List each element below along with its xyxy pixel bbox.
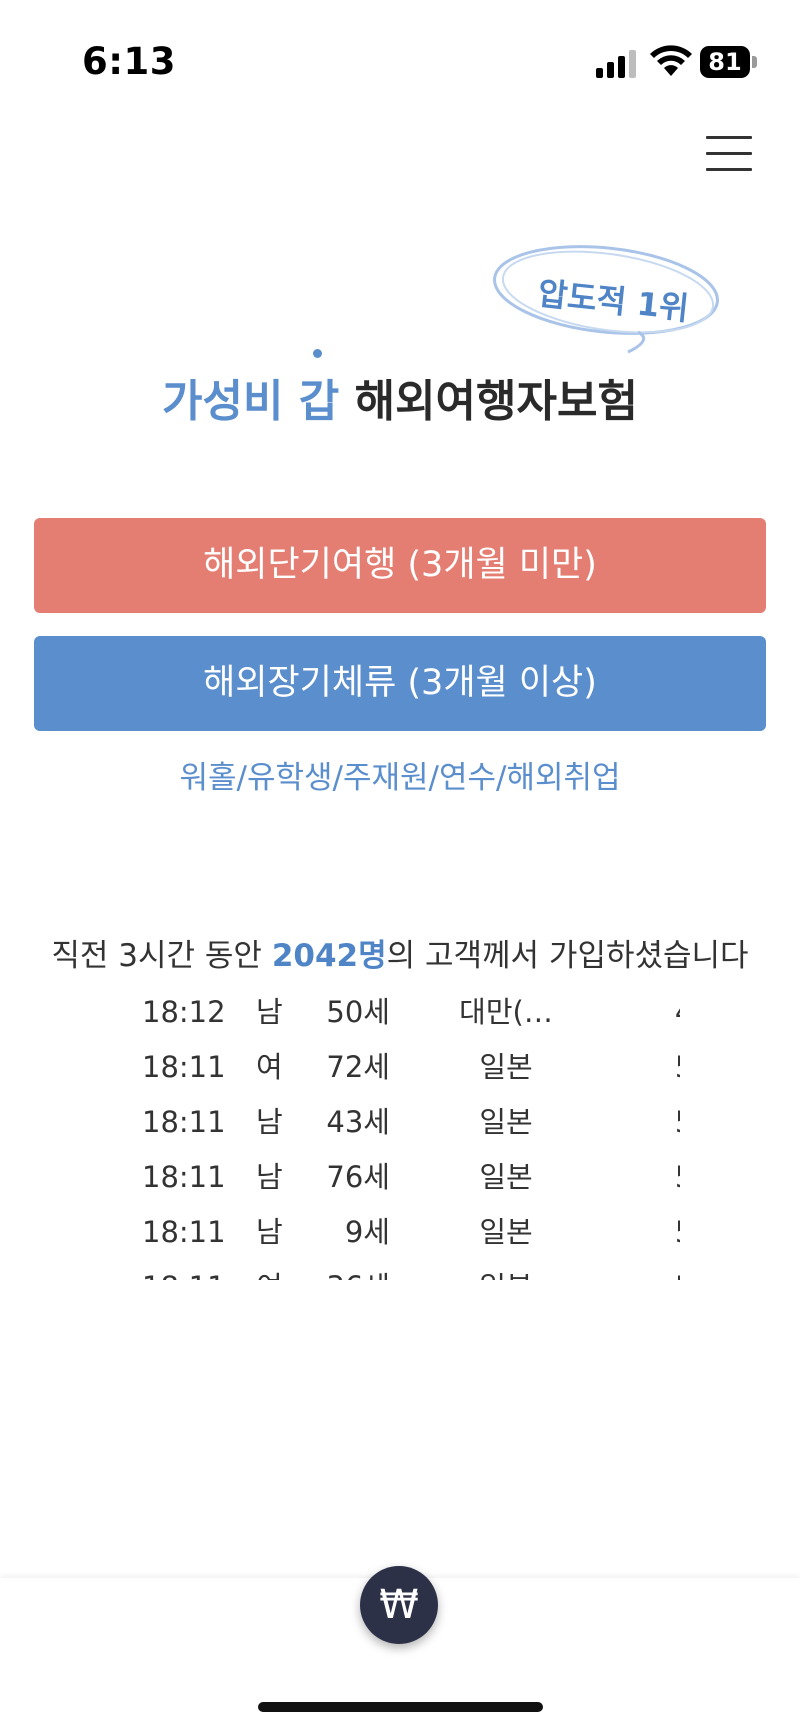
signup-destination: 대만(… [459,995,553,1029]
list-item: 18:11 남 76세 일본 5일 [120,1155,680,1210]
signup-days: 4일 [600,990,680,1034]
signup-destination: 일본 [479,1215,533,1249]
signup-gender: 여 [256,1050,283,1084]
signup-gender: 남 [256,1105,283,1139]
short-term-travel-button[interactable]: 해외단기여행 (3개월 미만) [34,518,766,613]
list-item: 18:11 여 72세 일본 5일 [120,1045,680,1100]
signup-destination: 일본 [479,1160,533,1194]
signup-time: 18:12 [142,995,226,1029]
long-term-stay-button[interactable]: 해외장기체류 (3개월 이상) [34,636,766,731]
signup-days: 5일 [600,1045,680,1089]
status-bar: 6:13 81 [0,0,800,120]
header-suffix: 의 고객께서 가입하셨습니다 [386,938,749,974]
title-accent-dot [313,349,322,358]
hamburger-menu-icon[interactable] [706,136,752,172]
title-accent: 가성비 갑 [162,376,340,427]
battery-icon: 81 [700,46,758,78]
signup-time: 18:11 [142,1160,226,1194]
signup-days: 5일 [600,1100,680,1144]
won-price-button[interactable]: ₩ [360,1566,438,1644]
signup-time: 18:11 [142,1105,226,1139]
header-prefix: 직전 3시간 동안 [51,938,272,974]
signup-age: 43세 [326,1105,390,1139]
signup-gender: 여 [256,1265,296,1280]
list-item: 18:11 남 43세 일본 5일 [120,1100,680,1155]
recent-signups-header: 직전 3시간 동안 2042명의 고객께서 가입하셨습니다 [0,930,800,975]
recent-signups-list: 18:12 남 50세 대만(… 4일 18:11 여 72세 일본 5일 18… [120,990,680,1280]
list-item: 18:12 남 50세 대만(… 4일 [120,990,680,1045]
title-rest: 해외여행자보험 [354,376,638,427]
signup-age: 76세 [326,1160,390,1194]
signup-age: 72세 [326,1050,390,1084]
signup-age: 9세 [344,1215,390,1249]
signup-days: 5일 [600,1265,680,1280]
cellular-signal-icon [596,50,636,78]
signup-time: 18:11 [142,1050,226,1084]
ranking-badge: 압도적 1위 [488,236,728,356]
list-item: 18:11 남 9세 일본 5일 [120,1210,680,1265]
signup-age: 50세 [326,995,390,1029]
signup-gender: 남 [256,1160,283,1194]
signup-days: 5일 [600,1155,680,1199]
signup-days: 5일 [600,1210,680,1254]
list-item: 18:11 여 36세 일본 5일 [120,1265,680,1280]
home-indicator[interactable] [258,1702,543,1712]
signup-gender: 남 [256,995,283,1029]
signup-time: 18:11 [142,1265,242,1280]
signup-destination: 일본 [479,1050,533,1084]
signup-destination: 일본 [416,1265,596,1280]
status-time: 6:13 [82,40,177,83]
page-title: 가성비 갑 해외여행자보험 [0,365,800,429]
signup-count: 2042명 [271,938,387,974]
long-term-categories-link[interactable]: 워홀/유학생/주재원/연수/해외취업 [0,752,800,797]
signup-age: 36세 [310,1265,390,1280]
signup-gender: 남 [256,1215,283,1249]
wifi-icon [650,45,692,76]
signup-time: 18:11 [142,1215,226,1249]
battery-level: 81 [708,48,742,76]
signup-destination: 일본 [479,1105,533,1139]
